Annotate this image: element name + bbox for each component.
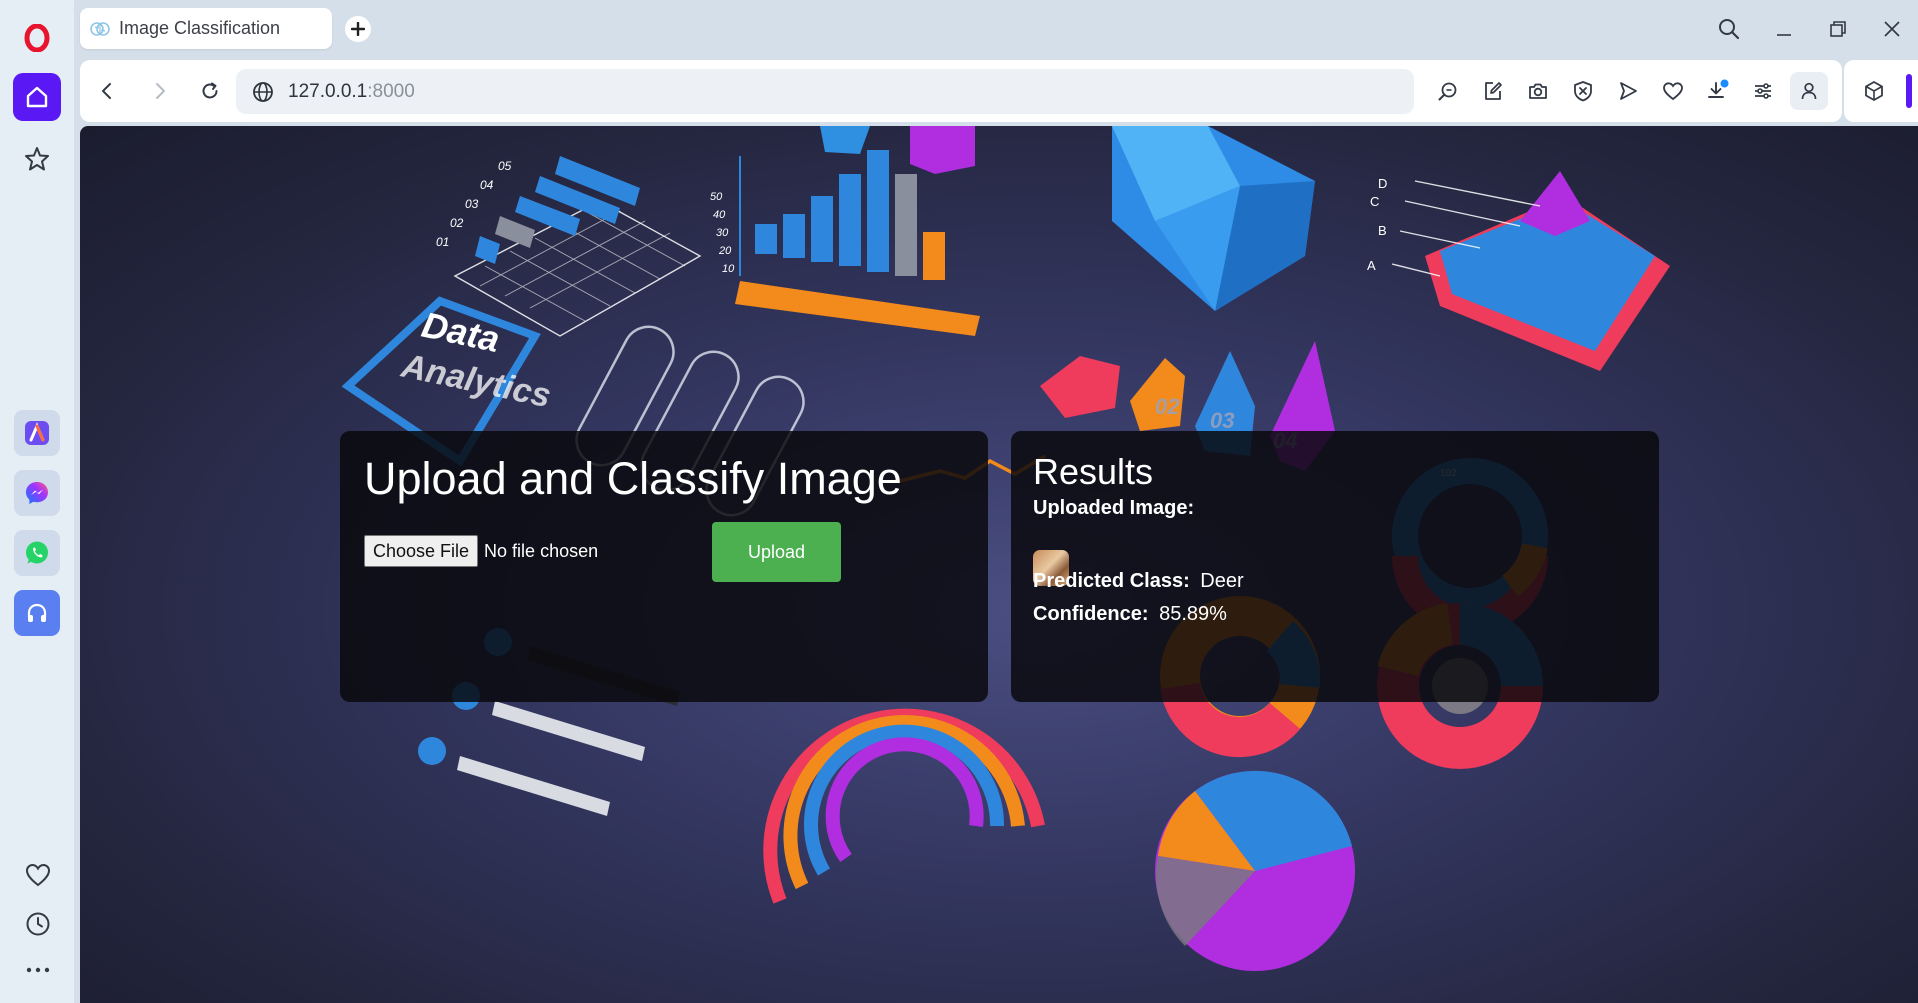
search-tabs-icon[interactable] [1712,13,1746,45]
history-icon[interactable] [24,910,52,938]
sidebar-panel-toggle [1844,60,1918,122]
star-icon[interactable] [23,145,51,173]
edit-icon[interactable] [1478,76,1508,106]
home-icon[interactable] [13,73,61,121]
lens-search-icon[interactable] [1433,76,1463,106]
blue-gem-shape [1112,126,1315,311]
column-axis-tick-20: 20 [718,245,732,257]
bg-title-line2: Analytics [397,346,554,415]
column-axis-tick-10: 10 [722,263,735,275]
download-icon[interactable] [1703,76,1733,106]
results-panel: Results Uploaded Image: Predicted Class:… [1011,431,1659,702]
back-icon[interactable] [90,74,124,108]
globe-icon [252,81,274,103]
tab-title: Image Classification [119,18,281,38]
upload-panel: Upload and Classify Image Choose File No… [340,431,988,702]
confidence-value: 85.89% [1159,603,1227,625]
send-icon[interactable] [1613,76,1643,106]
brain-favicon-icon [90,19,110,39]
choose-file-button[interactable]: Choose File [364,535,479,567]
pyramid-label-d: D [1378,176,1387,191]
bar-axis-tick-05: 05 [498,159,512,173]
pie-chart-3d [1155,770,1355,971]
bar-axis-tick-04: 04 [480,178,494,192]
column-axis-tick-50: 50 [710,191,723,203]
more-icon[interactable] [24,960,52,980]
iso-bar-chart: 05 04 03 02 01 [436,156,702,337]
url-host: 127.0.0.1 [288,80,368,102]
rainbow-arches [763,708,1045,904]
upload-heading: Upload and Classify Image [364,453,902,504]
opera-logo-icon[interactable] [23,23,51,53]
page-viewport: 05 04 03 02 01 50 40 30 20 10 D C B A Da… [80,126,1918,1003]
uploaded-image-label: Uploaded Image: [1033,497,1195,519]
aria-icon[interactable] [14,410,60,456]
panel-indicator [1906,74,1912,108]
step-label-03: 03 [1210,408,1234,433]
upload-button[interactable]: Upload [712,522,841,582]
bar-axis-tick-03: 03 [465,197,479,211]
browser-sidebar [0,0,74,1003]
browser-tab[interactable]: Image Classification [80,8,332,49]
bar-axis-tick-02: 02 [450,216,464,230]
iso-column-chart: 50 40 30 20 10 [710,150,980,336]
predicted-class-label: Predicted Class: [1033,570,1190,592]
step-label-02: 02 [1155,394,1180,419]
predicted-class-row: Predicted Class: Deer [1033,570,1244,593]
file-input: Choose File No file chosen [364,535,598,567]
heart-icon[interactable] [1658,76,1688,106]
column-axis-tick-30: 30 [716,227,729,239]
new-tab-icon[interactable] [345,16,371,42]
pyramid-label-b: B [1378,223,1387,238]
camera-icon[interactable] [1523,76,1553,106]
cube-icon[interactable] [1859,76,1889,106]
file-status: No file chosen [484,540,599,561]
close-icon[interactable] [1875,13,1909,45]
pyramid-label-c: C [1370,194,1379,209]
profile-icon[interactable] [1790,72,1828,110]
layered-pyramid: D C B A [1367,171,1670,371]
confidence-label: Confidence: [1033,603,1149,625]
address-bar[interactable]: 127.0.0.1:8000 [236,69,1414,114]
heart-icon[interactable] [24,862,52,888]
restore-icon[interactable] [1821,13,1855,45]
forward-icon[interactable] [143,74,177,108]
music-player-icon[interactable] [14,590,60,636]
easy-setup-icon[interactable] [1748,76,1778,106]
url-port: :8000 [367,80,415,102]
messenger-icon[interactable] [14,470,60,516]
minimize-icon[interactable] [1767,13,1801,45]
adblock-icon[interactable] [1568,76,1598,106]
reload-icon[interactable] [193,74,227,108]
predicted-class-value: Deer [1200,570,1244,592]
bar-axis-tick-01: 01 [436,235,449,249]
browser-toolbar: 127.0.0.1:8000 [80,60,1842,122]
pyramid-label-a: A [1367,258,1376,273]
column-axis-tick-40: 40 [713,209,726,221]
confidence-row: Confidence: 85.89% [1033,603,1227,626]
results-heading: Results [1033,451,1154,492]
whatsapp-icon[interactable] [14,530,60,576]
